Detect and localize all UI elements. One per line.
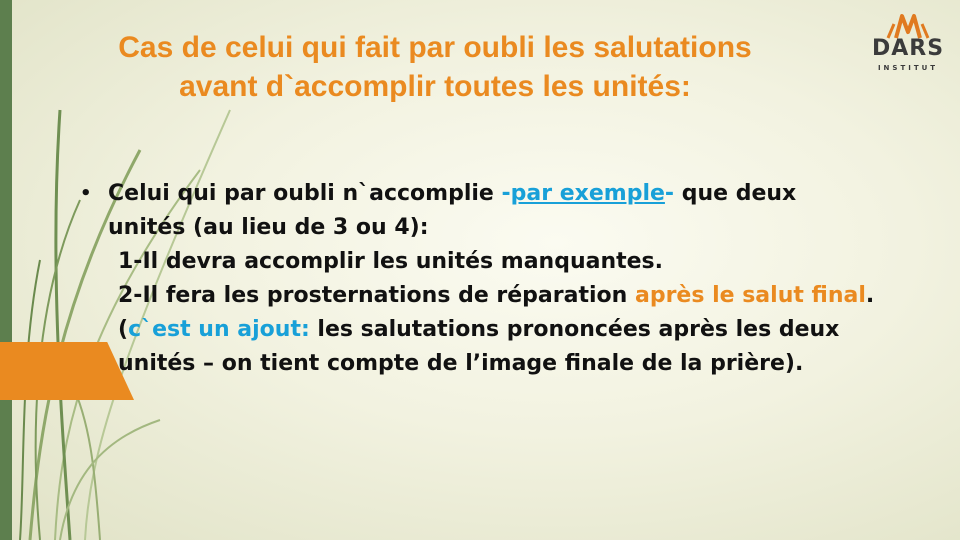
dars-logo: DARS INSTITUT bbox=[872, 10, 944, 80]
slide-body: • Celui qui par oubli n`accomplie -par e… bbox=[80, 177, 940, 381]
dash-right: - bbox=[664, 181, 675, 206]
bullet-text-b: que deux bbox=[674, 181, 797, 206]
dash-left: - bbox=[501, 181, 511, 206]
point-2-text: 2-Il fera les prosternations de réparati… bbox=[118, 283, 635, 308]
point-2-end: . bbox=[865, 283, 875, 308]
point-2: 2-Il fera les prosternations de réparati… bbox=[80, 279, 940, 313]
slide: Cas de celui qui fait par oubli les salu… bbox=[0, 0, 960, 540]
bullet-item: • Celui qui par oubli n`accomplie -par e… bbox=[80, 177, 940, 211]
note-line-2: unités – on tient compte de l’image fina… bbox=[118, 351, 804, 376]
example-link[interactable]: par exemple bbox=[511, 181, 665, 206]
slide-title: Cas de celui qui fait par oubli les salu… bbox=[20, 28, 850, 106]
note-highlight: c`est un ajout: bbox=[128, 317, 310, 342]
note-line-1: (c`est un ajout: les salutations prononc… bbox=[80, 313, 940, 347]
note-text: les salutations prononcées après les deu… bbox=[309, 317, 840, 342]
title-line-2: avant d`accomplir toutes les unités: bbox=[179, 70, 691, 103]
title-line-1: Cas de celui qui fait par oubli les salu… bbox=[118, 31, 752, 64]
note-open: ( bbox=[118, 317, 129, 342]
logo-subtitle: INSTITUT bbox=[877, 64, 939, 72]
bullet-line-2: unités (au lieu de 3 ou 4): bbox=[108, 215, 429, 240]
bullet-text-a: Celui qui par oubli n`accomplie bbox=[108, 181, 502, 206]
bullet-dot-icon: • bbox=[80, 183, 92, 204]
point-2-highlight: après le salut final bbox=[634, 283, 866, 308]
point-1: 1-Il devra accomplir les unités manquant… bbox=[118, 249, 664, 274]
logo-name: DARS bbox=[872, 36, 945, 61]
